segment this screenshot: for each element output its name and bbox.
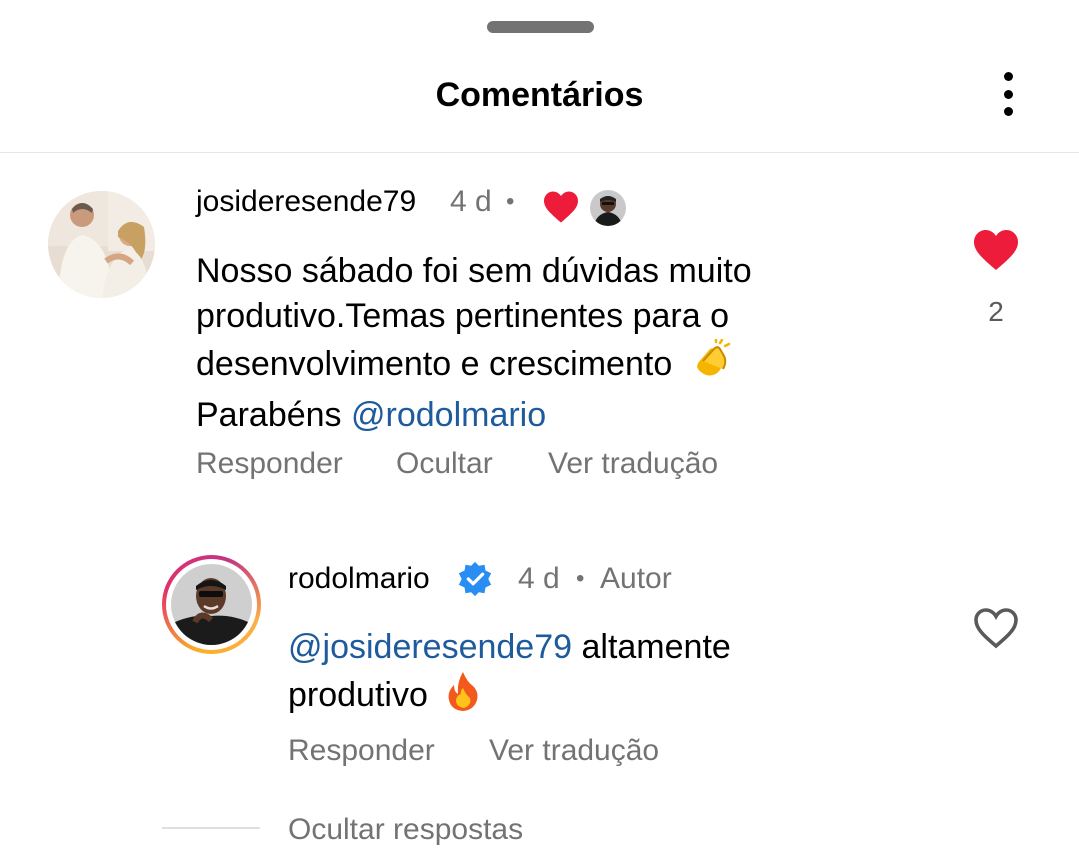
page-title: Comentários [435,76,644,114]
more-dot-icon [1003,89,1013,99]
comment-text-line: @josideresende79 altamente [288,625,908,670]
more-options-button[interactable] [990,68,1026,120]
comment-text: Nosso sábado foi sem dúvidas muito produ… [196,249,896,438]
hide-button[interactable]: Ocultar [396,446,493,482]
author-tag: Autor [600,562,672,595]
avatar [171,564,252,645]
hide-replies-button[interactable]: Ocultar respostas [288,812,523,848]
like-button[interactable] [972,606,1020,650]
author-liked-avatar [590,190,626,226]
hide-replies-line [162,827,260,829]
comment-username[interactable]: rodolmario [288,561,430,597]
comment-text-segment: desenvolvimento e crescimento [196,345,673,383]
comment-text-segment: produtivo [288,676,428,714]
comment-text-segment: Parabéns [196,396,351,434]
verified-badge-icon [456,560,494,598]
avatar[interactable] [48,191,155,298]
comment-age: 4 d [450,185,492,218]
mention-link[interactable]: @josideresende79 [288,628,572,666]
comment-age: 4 d [518,562,560,595]
heart-filled-icon [542,190,580,224]
comment-text-line: Parabéns @rodolmario [196,393,896,438]
translate-button[interactable]: Ver tradução [489,733,659,769]
comment-text-line: produtivo [288,670,908,724]
like-count[interactable]: 2 [972,296,1020,328]
comment-text: @josideresende79 altamente produtivo [288,625,908,724]
comment-username[interactable]: josideresende79 [196,184,416,220]
comment-text-line: produtivo.Temas pertinentes para o [196,297,729,335]
comment-text-segment: altamente [572,628,731,666]
avatar-story-ring[interactable] [162,555,261,654]
meta-separator: • [506,188,515,215]
meta-separator: • [576,565,585,592]
comment-text-line: desenvolvimento e crescimento [196,337,896,393]
comments-sheet: Comentários josideresende79 4 d • Nosso … [0,0,1079,866]
comment-text-line: Nosso sábado foi sem dúvidas muito [196,252,752,290]
drag-handle[interactable] [487,21,594,33]
header-divider [0,152,1079,153]
like-button[interactable] [972,228,1020,272]
fire-icon [445,670,481,724]
translate-button[interactable]: Ver tradução [548,446,718,482]
mention-link[interactable]: @rodolmario [351,396,546,434]
more-dot-icon [1003,72,1013,81]
more-dot-icon [1003,107,1013,116]
reply-button[interactable]: Responder [196,446,343,482]
clapping-hands-icon [690,337,732,393]
reply-button[interactable]: Responder [288,733,435,769]
